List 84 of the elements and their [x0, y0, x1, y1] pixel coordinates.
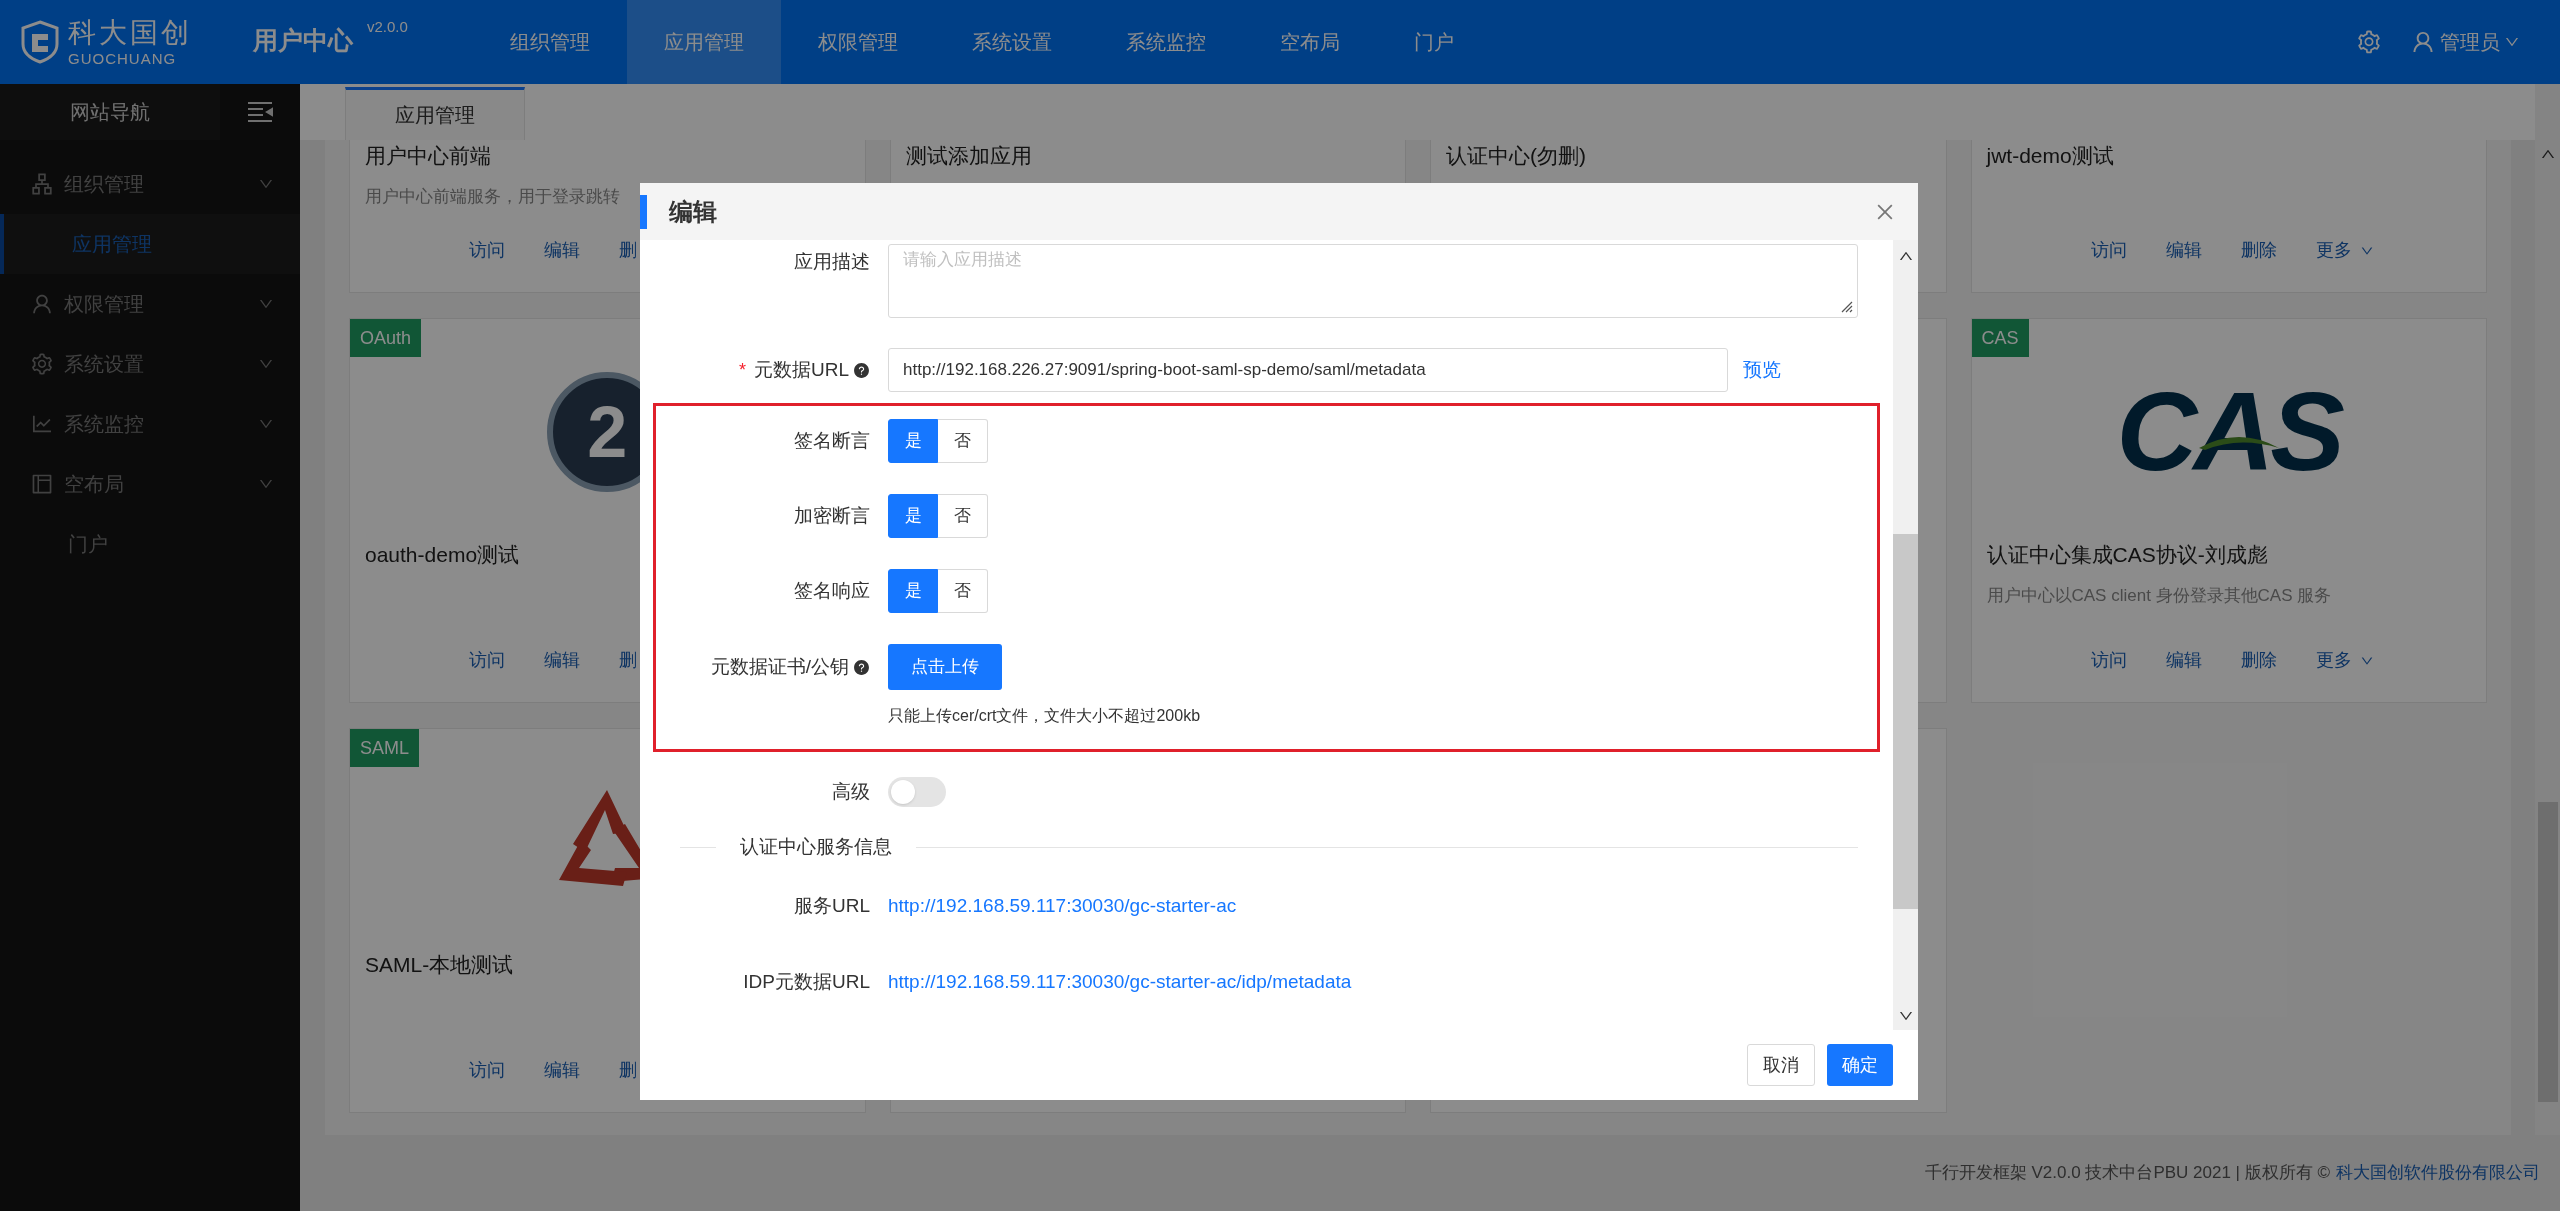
confirm-button[interactable]: 确定	[1827, 1044, 1893, 1086]
user-menu[interactable]: 管理员	[2410, 27, 2520, 57]
card-action-link[interactable]: 删除	[2240, 237, 2277, 264]
card-title: 用户中心前端	[364, 143, 492, 169]
nav-tab[interactable]: 空布局	[1243, 0, 1377, 84]
company-subtitle: GUOCHUANG	[68, 50, 178, 66]
copyright-text: 千行开发框架 V2.0.0 技术中台PBU 2021 | 版权所有 ©	[1924, 1162, 2330, 1185]
version-label: v2.0.0	[367, 17, 408, 37]
nav-tab[interactable]: 门户	[1377, 0, 1491, 84]
menu-icon	[30, 472, 54, 496]
settings-icon[interactable]	[2356, 29, 2382, 55]
dialog-scrollbar[interactable]	[1893, 240, 1918, 1030]
page-tab[interactable]: 应用管理	[345, 87, 525, 140]
radio-option[interactable]: 是	[888, 569, 938, 613]
protocol-tag: OAuth	[350, 319, 422, 357]
url-input[interactable]: http://192.168.226.27:9091/spring-boot-saml-sp-demo/saml/metadata	[888, 348, 1728, 392]
card-action-link[interactable]: 删	[619, 647, 637, 674]
nav-tab[interactable]: 系统设置	[935, 0, 1089, 84]
resize-handle-icon	[1839, 299, 1853, 313]
card-title: 认证中心(勿删)	[1445, 143, 1587, 169]
company-link[interactable]: 科大国创软件股份有限公司	[2336, 1160, 2540, 1186]
menu-icon	[30, 352, 54, 376]
preview-link[interactable]: 预览	[1743, 355, 1781, 385]
upload-button[interactable]: 点击上传	[888, 644, 1002, 690]
card-title: SAML-本地测试	[364, 952, 515, 978]
nav-tab[interactable]: 组织管理	[473, 0, 627, 84]
card-action-link[interactable]: 删除	[2240, 647, 2277, 674]
card-title: 测试添加应用	[904, 143, 1033, 169]
field-label: 高级	[832, 779, 870, 804]
menu-icon	[30, 292, 54, 316]
menu-icon	[30, 172, 54, 196]
cancel-button[interactable]: 取消	[1747, 1044, 1815, 1086]
field-label: 加密断言	[794, 503, 870, 528]
url-link[interactable]: http://192.168.59.117:30030/gc-starter-ac	[888, 891, 1237, 921]
app-name: 用户中心	[253, 25, 353, 56]
field-label: 签名断言	[794, 428, 870, 453]
card-action-link[interactable]: 编辑	[544, 1057, 580, 1084]
radio-option[interactable]: 是	[888, 419, 938, 463]
field-label: 应用描述	[794, 250, 870, 274]
card-action-link[interactable]: 访问	[2090, 647, 2127, 674]
required-mark: *	[738, 358, 746, 382]
radio-option[interactable]: 否	[938, 569, 988, 613]
section-heading: 认证中心服务信息	[739, 834, 893, 859]
card-action-link[interactable]: 访问	[2090, 237, 2127, 264]
nav-tab[interactable]: 权限管理	[781, 0, 935, 84]
field-label: 签名响应	[794, 578, 870, 603]
card-action-link[interactable]: 删	[619, 237, 637, 264]
upload-hint: 只能上传cer/crt文件，文件大小不超过200kb	[888, 706, 1202, 726]
dialog-title: 编辑	[669, 196, 717, 227]
field-label: IDP元数据URL	[743, 969, 870, 994]
nav-tab[interactable]: 系统监控	[1089, 0, 1243, 84]
card-description: 用户中心以CAS client 身份登录其他CAS 服务	[1985, 584, 2333, 607]
wordmark-logo: CAS	[2115, 376, 2344, 488]
sidebar-title: 网站导航	[70, 100, 150, 125]
card-action-link[interactable]: 编辑	[544, 647, 580, 674]
protocol-tag: SAML	[350, 729, 420, 767]
url-link[interactable]: http://192.168.59.117:30030/gc-starter-ac/idp/metadata	[888, 967, 1352, 997]
more-dropdown[interactable]: 更多	[2315, 237, 2374, 264]
card-title: oauth-demo测试	[364, 542, 521, 568]
field-label: 元数据URL	[754, 357, 849, 382]
card-action-link[interactable]: 编辑	[544, 237, 580, 264]
more-dropdown[interactable]: 更多	[2315, 647, 2374, 674]
radio-option[interactable]: 是	[888, 494, 938, 538]
protocol-tag: CAS	[1971, 319, 2029, 357]
card-action-link[interactable]: 访问	[469, 1057, 505, 1084]
shield-logo-icon	[20, 20, 60, 64]
card-action-link[interactable]: 访问	[469, 647, 505, 674]
card-action-link[interactable]: 访问	[469, 237, 505, 264]
title-accent-bar	[640, 194, 647, 229]
company-name: 科大国创	[68, 18, 192, 47]
radio-option[interactable]: 否	[938, 419, 988, 463]
scroll-thumb[interactable]	[1893, 534, 1918, 909]
card-action-link[interactable]: 删	[619, 1057, 637, 1084]
field-label: 服务URL	[794, 893, 870, 918]
menu-fold-icon[interactable]	[247, 101, 273, 123]
card-title: 认证中心集成CAS协议-刘成彪	[1985, 542, 2269, 568]
radio-option[interactable]: 否	[938, 494, 988, 538]
card-title: jwt-demo测试	[1985, 143, 2115, 169]
page-scrollbar[interactable]	[2535, 84, 2560, 1135]
card-description: 用户中心前端服务，用于登录跳转	[364, 185, 621, 208]
field-label: 元数据证书/公钥	[710, 654, 849, 679]
card-action-link[interactable]: 编辑	[2165, 237, 2202, 264]
advanced-switch[interactable]	[888, 777, 946, 807]
card-action-link[interactable]: 编辑	[2165, 647, 2202, 674]
